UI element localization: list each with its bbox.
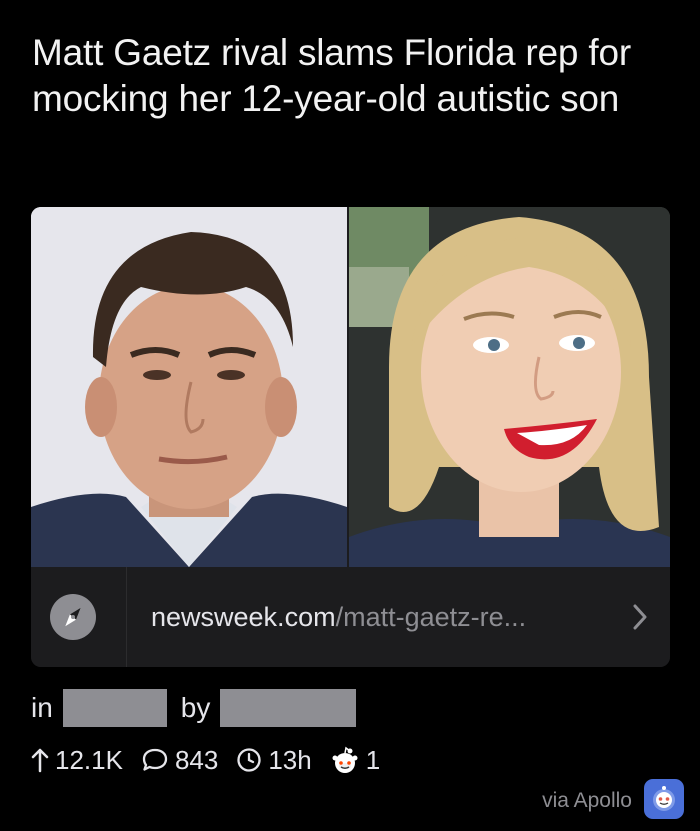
author-redacted[interactable] bbox=[220, 689, 357, 727]
preview-photo-woman bbox=[349, 207, 670, 567]
awards-stat[interactable]: 1 bbox=[330, 745, 380, 776]
preview-photo-man bbox=[31, 207, 347, 567]
link-bar-divider bbox=[126, 567, 127, 667]
link-domain: newsweek.com bbox=[151, 601, 336, 632]
comments-stat[interactable]: 843 bbox=[141, 745, 218, 776]
award-icon bbox=[332, 746, 358, 773]
age-stat: 13h bbox=[236, 744, 312, 776]
clock-icon bbox=[237, 748, 261, 772]
in-label: in bbox=[31, 692, 53, 723]
compass-icon bbox=[50, 594, 96, 640]
apollo-logo-icon bbox=[644, 779, 684, 819]
subreddit-redacted[interactable] bbox=[62, 689, 167, 727]
arrow-up-icon bbox=[31, 748, 49, 773]
link-url[interactable]: newsweek.com/matt-gaetz-re... bbox=[151, 602, 526, 633]
comment-count: 843 bbox=[174, 744, 219, 775]
by-label: by bbox=[180, 692, 211, 723]
link-bar[interactable]: newsweek.com/matt-gaetz-re... bbox=[31, 567, 670, 667]
link-preview-card[interactable]: newsweek.com/matt-gaetz-re... bbox=[31, 207, 670, 667]
chevron-right-icon bbox=[632, 603, 648, 636]
award-count: 1 bbox=[365, 744, 381, 775]
upvote-stat[interactable]: 12.1K bbox=[31, 745, 123, 776]
preview-images bbox=[31, 207, 670, 567]
post-age: 13h bbox=[268, 744, 312, 775]
upvote-count: 12.1K bbox=[55, 744, 123, 775]
post-title[interactable]: Matt Gaetz rival slams Florida rep for m… bbox=[32, 30, 672, 122]
comment-bubble-icon bbox=[142, 748, 168, 771]
via-apollo-label: via Apollo bbox=[542, 789, 632, 812]
post-stats: 12.1K 843 13h 1 bbox=[31, 742, 398, 778]
post-meta: in by bbox=[31, 688, 357, 728]
link-path: /matt-gaetz-re... bbox=[335, 601, 527, 632]
